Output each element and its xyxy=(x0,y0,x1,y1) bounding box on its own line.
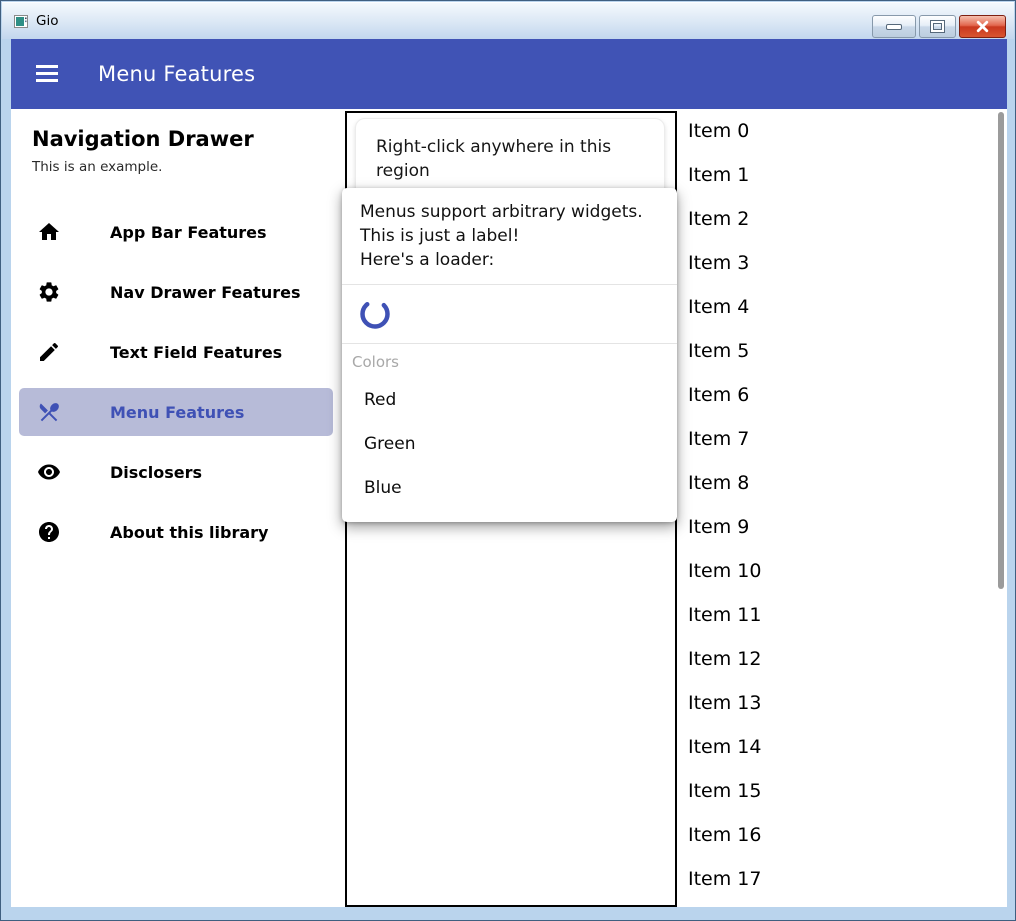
list-item[interactable]: Item 13 xyxy=(688,681,988,725)
context-menu: Menus support arbitrary widgets. This is… xyxy=(342,188,677,522)
sidebar-item-nav-drawer-features[interactable]: Nav Drawer Features xyxy=(19,268,333,316)
list-item[interactable]: Item 4 xyxy=(688,285,988,329)
sidebar-item-label: Disclosers xyxy=(110,463,202,482)
sidebar-item-label: About this library xyxy=(110,523,268,542)
menu-label-line: Here's a loader: xyxy=(360,248,659,272)
sidebar-item-label: Menu Features xyxy=(110,403,244,422)
sidebar-item-app-bar-features[interactable]: App Bar Features xyxy=(19,208,333,256)
list-item[interactable]: Item 0 xyxy=(688,109,988,153)
list-item[interactable]: Item 11 xyxy=(688,593,988,637)
menu-item-green[interactable]: Green xyxy=(342,422,677,466)
list-item[interactable]: Item 2 xyxy=(688,197,988,241)
menu-label-line: Menus support arbitrary widgets. xyxy=(360,200,659,224)
sidebar-item-menu-features[interactable]: Menu Features xyxy=(19,388,333,436)
menu-label: Menus support arbitrary widgets. This is… xyxy=(342,188,677,284)
menu-item-red[interactable]: Red xyxy=(342,378,677,422)
menu-section-label: Colors xyxy=(342,344,677,378)
list-item[interactable]: Item 3 xyxy=(688,241,988,285)
page-title: Menu Features xyxy=(98,39,255,109)
app-icon xyxy=(14,14,30,30)
right-click-hint-text: Right-click anywhere in this region xyxy=(376,137,611,181)
minimize-button[interactable] xyxy=(872,15,916,38)
menu-bottom-padding xyxy=(342,510,677,522)
list-item[interactable]: Item 8 xyxy=(688,461,988,505)
window-controls xyxy=(872,15,1006,38)
menu-hamburger-button[interactable] xyxy=(36,63,58,85)
drawer-title: Navigation Drawer xyxy=(32,127,254,151)
pencil-icon xyxy=(37,340,61,364)
loader-spinner-icon xyxy=(360,299,390,329)
list-item[interactable]: Item 1 xyxy=(688,153,988,197)
list-scrollbar-thumb[interactable] xyxy=(998,112,1004,589)
sidebar-item-text-field-features[interactable]: Text Field Features xyxy=(19,328,333,376)
eye-icon xyxy=(37,460,61,484)
list-item[interactable]: Item 16 xyxy=(688,813,988,857)
sidebar-item-label: Text Field Features xyxy=(110,343,282,362)
menu-loader-row xyxy=(342,285,677,343)
app-window: Gio Menu Features Navigation Drawer This… xyxy=(0,0,1016,921)
item-list: Item 0Item 1Item 2Item 3Item 4Item 5Item… xyxy=(688,109,988,901)
list-item[interactable]: Item 14 xyxy=(688,725,988,769)
maximize-icon xyxy=(931,21,944,32)
maximize-button[interactable] xyxy=(919,15,956,38)
sidebar-item-disclosers[interactable]: Disclosers xyxy=(19,448,333,496)
app-bar: Menu Features xyxy=(11,39,1007,109)
gear-icon xyxy=(37,280,61,304)
restaurant-icon xyxy=(37,400,61,424)
menu-label-line: This is just a label! xyxy=(360,224,659,248)
sidebar-item-label: App Bar Features xyxy=(110,223,267,242)
list-item[interactable]: Item 17 xyxy=(688,857,988,901)
list-item[interactable]: Item 7 xyxy=(688,417,988,461)
drawer-subtitle: This is an example. xyxy=(32,159,162,175)
list-item[interactable]: Item 15 xyxy=(688,769,988,813)
window-title: Gio xyxy=(36,13,58,29)
minimize-icon xyxy=(887,25,901,29)
home-icon xyxy=(37,220,61,244)
window-titlebar[interactable]: Gio xyxy=(2,2,1014,39)
help-icon xyxy=(37,520,61,544)
menu-item-blue[interactable]: Blue xyxy=(342,466,677,510)
list-item[interactable]: Item 5 xyxy=(688,329,988,373)
sidebar-item-label: Nav Drawer Features xyxy=(110,283,300,302)
close-icon xyxy=(976,20,989,33)
close-button[interactable] xyxy=(959,15,1006,38)
list-item[interactable]: Item 10 xyxy=(688,549,988,593)
list-item[interactable]: Item 6 xyxy=(688,373,988,417)
content-area: Navigation Drawer This is an example. Ap… xyxy=(11,109,1007,907)
list-item[interactable]: Item 9 xyxy=(688,505,988,549)
list-item[interactable]: Item 12 xyxy=(688,637,988,681)
sidebar-item-about-this-library[interactable]: About this library xyxy=(19,508,333,556)
